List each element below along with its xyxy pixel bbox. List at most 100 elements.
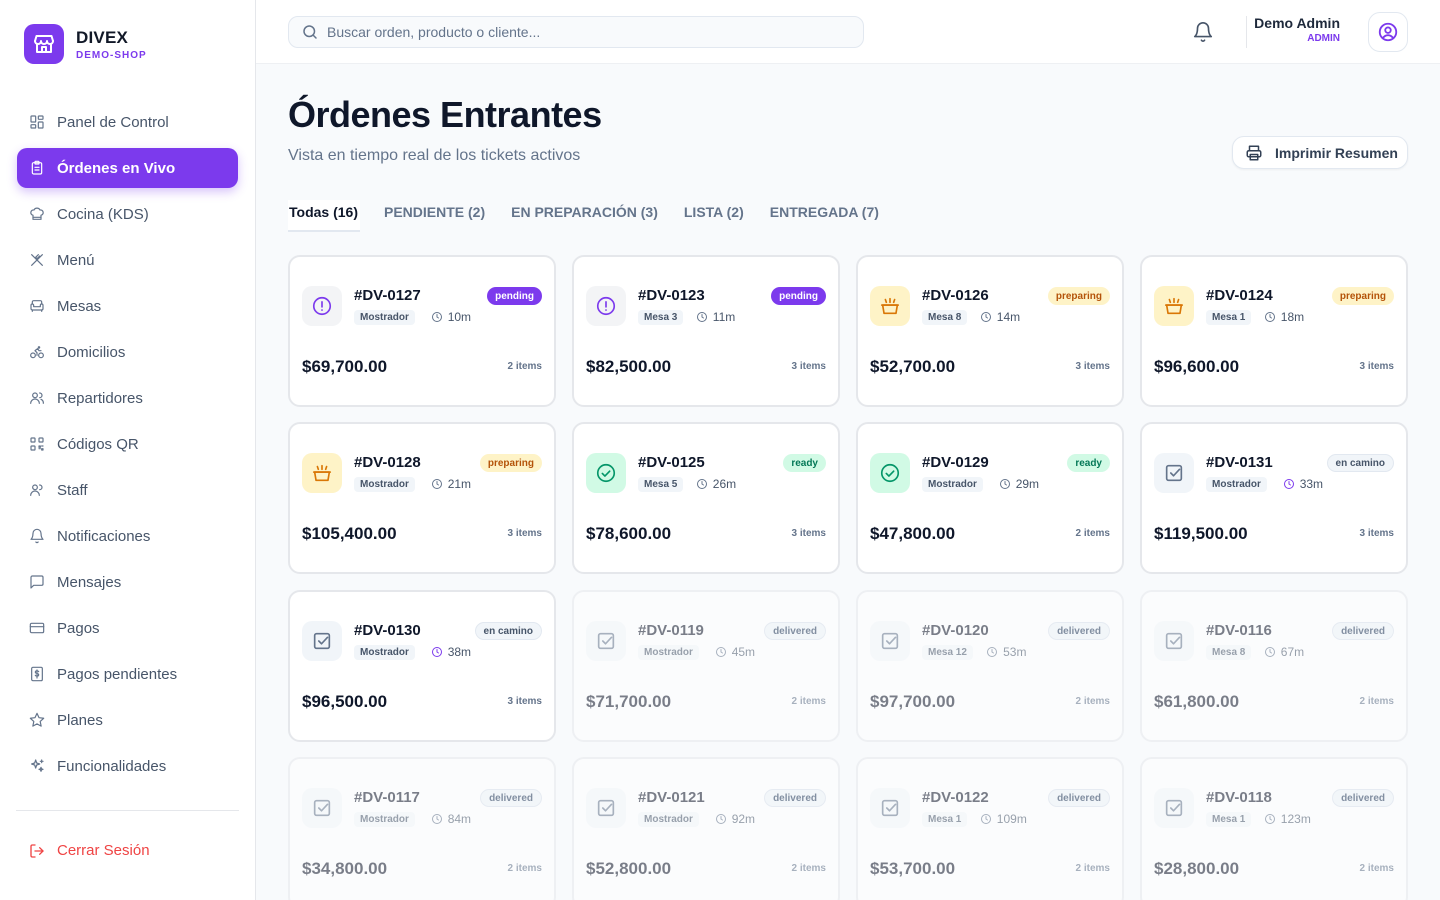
order-elapsed: 21m: [431, 477, 471, 491]
order-card[interactable]: #DV-0125 Mesa 5 26m $78,600.00 3 items ready: [572, 422, 840, 574]
status-badge: pending: [771, 287, 826, 305]
order-elapsed: 38m: [431, 645, 471, 659]
order-items-count: 3 items: [1359, 361, 1394, 372]
order-card[interactable]: #DV-0128 Mostrador 21m $105,400.00 3 items pr…: [288, 422, 556, 574]
sidebar-item[interactable]: Repartidores: [17, 378, 238, 418]
sidebar-item[interactable]: Códigos QR: [17, 424, 238, 464]
order-table: Mesa 12: [922, 645, 973, 660]
search-icon: [301, 23, 319, 41]
order-total: $96,500.00: [302, 692, 388, 711]
status-badge: delivered: [764, 622, 826, 640]
order-card[interactable]: #DV-0120 Mesa 12 53m $97,700.00 2 items deliv…: [856, 590, 1124, 742]
status-tab[interactable]: EN PREPARACIÓN (3): [511, 200, 658, 232]
sidebar-item[interactable]: Panel de Control: [17, 102, 238, 142]
notifications-bell-icon[interactable]: [1192, 21, 1214, 43]
order-elapsed: 10m: [431, 310, 471, 324]
order-id: #DV-0131: [1206, 454, 1273, 471]
order-card[interactable]: #DV-0123 Mesa 3 11m $82,500.00 3 items pendin…: [572, 255, 840, 407]
order-card[interactable]: #DV-0129 Mostrador 29m $47,800.00 2 items rea…: [856, 422, 1124, 574]
clipboard-icon: [29, 160, 45, 176]
order-id: #DV-0126: [922, 287, 989, 304]
order-id: #DV-0127: [354, 287, 421, 304]
status-badge: ready: [1067, 454, 1110, 472]
order-time: 26m: [712, 477, 737, 491]
order-items-count: 3 items: [507, 528, 542, 539]
sidebar-item[interactable]: Staff: [17, 470, 238, 510]
order-id: #DV-0124: [1206, 287, 1273, 304]
sidebar-item[interactable]: Pagos pendientes: [17, 654, 238, 694]
order-card[interactable]: #DV-0130 Mostrador 38m $96,500.00 3 items en …: [288, 590, 556, 742]
order-id: #DV-0116: [1206, 622, 1272, 639]
order-card[interactable]: #DV-0121 Mostrador 92m $52,800.00 2 items del…: [572, 757, 840, 900]
sidebar-item[interactable]: Notificaciones: [17, 516, 238, 556]
user-info[interactable]: Demo Admin ADMIN: [1254, 15, 1340, 44]
order-total: $61,800.00: [1154, 692, 1240, 711]
order-card[interactable]: #DV-0116 Mesa 8 67m $61,800.00 2 items delive…: [1140, 590, 1408, 742]
clock-icon: [431, 813, 448, 825]
order-table: Mostrador: [354, 812, 415, 827]
check-square-icon: [586, 788, 626, 828]
topbar: Demo Admin ADMIN: [256, 0, 1440, 64]
sidebar-item-label: Panel de Control: [57, 113, 169, 131]
sparkles-icon: [29, 758, 45, 774]
clock-icon: [715, 813, 732, 825]
logout-button[interactable]: Cerrar Sesión: [29, 842, 150, 859]
order-total: $28,800.00: [1154, 859, 1240, 878]
order-items-count: 2 items: [507, 863, 542, 874]
order-id: #DV-0121: [638, 789, 705, 806]
search-input[interactable]: [327, 24, 847, 40]
order-table: Mesa 8: [922, 310, 968, 325]
order-card[interactable]: #DV-0127 Mostrador 10m $69,700.00 2 items pen…: [288, 255, 556, 407]
order-card[interactable]: #DV-0117 Mostrador 84m $34,800.00 2 items del…: [288, 757, 556, 900]
sidebar-item-label: Mesas: [57, 297, 102, 315]
search-bar[interactable]: [288, 16, 864, 48]
print-summary-button[interactable]: Imprimir Resumen: [1232, 136, 1408, 169]
order-card[interactable]: #DV-0122 Mesa 1 109m $53,700.00 2 items deliv…: [856, 757, 1124, 900]
sidebar-item[interactable]: Órdenes en Vivo: [17, 148, 238, 188]
user-group-icon: [29, 482, 45, 498]
cooking-pot-icon: [302, 453, 342, 493]
status-tab[interactable]: PENDIENTE (2): [384, 200, 485, 232]
printer-icon: [1245, 144, 1263, 162]
sidebar-item[interactable]: Menú: [17, 240, 238, 280]
order-items-count: 3 items: [507, 696, 542, 707]
sidebar-item[interactable]: Mensajes: [17, 562, 238, 602]
chef-hat-icon: [29, 206, 45, 222]
order-time: 14m: [996, 310, 1021, 324]
order-table: Mesa 1: [922, 812, 968, 827]
brand[interactable]: DIVEX DEMO-SHOP: [24, 24, 147, 64]
order-elapsed: 33m: [1283, 477, 1323, 491]
sidebar-item[interactable]: Cocina (KDS): [17, 194, 238, 234]
status-tab[interactable]: Todas (16): [288, 200, 360, 232]
topbar-divider: [1246, 16, 1247, 48]
order-elapsed: 29m: [999, 477, 1039, 491]
order-card[interactable]: #DV-0131 Mostrador 33m $119,500.00 3 items en…: [1140, 422, 1408, 574]
status-tab[interactable]: ENTREGADA (7): [770, 200, 879, 232]
order-time: 84m: [447, 812, 472, 826]
order-total: $105,400.00: [302, 524, 397, 543]
order-card[interactable]: #DV-0124 Mesa 1 18m $96,600.00 3 items prepar…: [1140, 255, 1408, 407]
order-id: #DV-0117: [354, 789, 420, 806]
armchair-icon: [29, 298, 45, 314]
print-summary-label: Imprimir Resumen: [1275, 144, 1398, 161]
order-time: 109m: [996, 812, 1027, 826]
status-tab[interactable]: LISTA (2): [684, 200, 744, 232]
status-tabs: Todas (16) PENDIENTE (2) EN PREPARACIÓN (3…: [288, 200, 905, 232]
order-elapsed: 109m: [980, 812, 1027, 826]
sidebar-item[interactable]: Pagos: [17, 608, 238, 648]
sidebar-item[interactable]: Planes: [17, 700, 238, 740]
avatar[interactable]: [1368, 12, 1408, 52]
order-card[interactable]: #DV-0119 Mostrador 45m $71,700.00 2 items del…: [572, 590, 840, 742]
sidebar-item-label: Funcionalidades: [57, 757, 167, 775]
status-badge: ready: [783, 454, 826, 472]
sidebar-item[interactable]: Domicilios: [17, 332, 238, 372]
order-card[interactable]: #DV-0118 Mesa 1 123m $28,800.00 2 items deliv…: [1140, 757, 1408, 900]
sidebar-item[interactable]: Mesas: [17, 286, 238, 326]
clock-icon: [1283, 478, 1300, 490]
status-badge: delivered: [1332, 789, 1394, 807]
order-card[interactable]: #DV-0126 Mesa 8 14m $52,700.00 3 items prepar…: [856, 255, 1124, 407]
sidebar-item[interactable]: Funcionalidades: [17, 746, 238, 786]
check-square-icon: [870, 621, 910, 661]
order-table: Mostrador: [354, 645, 415, 660]
credit-card-icon: [29, 620, 45, 636]
